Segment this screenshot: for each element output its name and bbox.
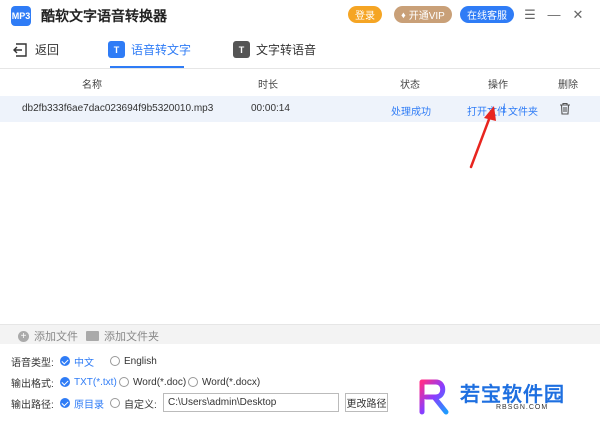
app-logo-icon: MP3 <box>11 5 31 26</box>
add-circle-icon: + <box>18 330 29 342</box>
vip-button-label: 开通VIP <box>408 11 445 22</box>
radio-unchecked-icon <box>119 377 129 387</box>
output-path-field[interactable]: C:\Users\admin\Desktop <box>163 393 339 412</box>
header-duration: 时长 <box>258 80 278 91</box>
format-txt-label: TXT(*.txt) <box>74 376 117 388</box>
tab-text-to-speech[interactable]: T 文字转语音 <box>233 41 316 58</box>
file-name: db2fb333f6ae7dac023694f9b5320010.mp3 <box>22 103 214 114</box>
back-button[interactable]: 返回 <box>13 41 59 58</box>
add-folder-button[interactable]: 添加文件夹 <box>86 328 159 344</box>
watermark-logo: 若宝软件园 RBSGN.COM <box>416 376 586 418</box>
nav-bar: 返回 T 语音转文字 T 文字转语音 <box>0 31 600 69</box>
table-row[interactable]: db2fb333f6ae7dac023694f9b5320010.mp3 00:… <box>0 96 600 122</box>
output-format-row: 输出格式: TXT(*.txt) Word(*.doc) Word(*.docx… <box>0 374 400 390</box>
path-custom-radio[interactable]: 自定义: <box>110 396 157 411</box>
radio-checked-icon <box>60 377 70 387</box>
voice-type-label: 语音类型: <box>11 357 54 369</box>
add-bar: + 添加文件 添加文件夹 <box>0 325 600 344</box>
app-title: 酷软文字语音转换器 <box>41 7 167 24</box>
radio-checked-icon <box>60 398 70 408</box>
open-file-link[interactable]: 打开文件 <box>467 103 507 118</box>
title-bar: MP3 酷软文字语音转换器 登录 ♦ 开通VIP 在线客服 ☰ — ✕ <box>0 0 600 31</box>
voice-english-radio[interactable]: English <box>110 356 157 367</box>
format-doc-radio[interactable]: Word(*.doc) <box>119 377 186 388</box>
text-to-speech-icon: T <box>233 41 250 58</box>
format-txt-radio[interactable]: TXT(*.txt) <box>60 377 117 388</box>
voice-chinese-label: 中文 <box>74 357 94 369</box>
link-separator: | <box>503 103 506 114</box>
add-file-button[interactable]: + 添加文件 <box>18 328 78 344</box>
voice-chinese-radio[interactable]: 中文 <box>60 354 94 369</box>
header-delete: 删除 <box>558 80 578 91</box>
path-custom-label: 自定义: <box>124 399 157 411</box>
active-tab-indicator <box>110 66 184 68</box>
add-file-label: 添加文件 <box>34 331 78 343</box>
change-path-button[interactable]: 更改路径 <box>345 393 388 412</box>
output-path-row: 输出路径: 原目录 自定义: C:\Users\admin\Desktop 更改… <box>0 393 400 412</box>
tab-text-to-speech-label: 文字转语音 <box>256 43 317 57</box>
add-folder-label: 添加文件夹 <box>104 331 159 343</box>
format-doc-label: Word(*.doc) <box>133 376 187 388</box>
header-status: 状态 <box>400 80 420 91</box>
diamond-icon: ♦ <box>401 9 406 20</box>
format-docx-label: Word(*.docx) <box>202 376 261 388</box>
watermark-url: RBSGN.COM <box>496 404 549 411</box>
radio-unchecked-icon <box>110 356 120 366</box>
table-header: 名称 时长 状态 操作 删除 <box>0 72 600 94</box>
trash-icon[interactable] <box>559 102 571 115</box>
file-duration: 00:00:14 <box>251 103 290 114</box>
folder-add-icon <box>86 331 99 341</box>
speech-to-text-icon: T <box>108 41 125 58</box>
back-icon <box>13 42 27 57</box>
voice-type-row: 语音类型: 中文 English <box>0 353 400 369</box>
tab-speech-to-text-label: 语音转文字 <box>131 43 192 57</box>
tab-speech-to-text[interactable]: T 语音转文字 <box>108 41 191 58</box>
path-original-label: 原目录 <box>74 399 104 411</box>
format-docx-radio[interactable]: Word(*.docx) <box>188 377 260 388</box>
file-status: 处理成功 <box>391 107 431 118</box>
close-icon[interactable]: ✕ <box>570 7 586 23</box>
path-original-radio[interactable]: 原目录 <box>60 396 104 411</box>
open-folder-link[interactable]: 文件夹 <box>508 103 538 118</box>
watermark-r-icon <box>419 379 449 415</box>
minimize-icon[interactable]: — <box>546 7 562 23</box>
watermark-name: 若宝软件园 <box>460 382 565 406</box>
login-button[interactable]: 登录 <box>348 6 382 23</box>
radio-unchecked-icon <box>188 377 198 387</box>
voice-english-label: English <box>124 355 157 367</box>
radio-checked-icon <box>60 356 70 366</box>
back-label: 返回 <box>35 43 60 57</box>
output-path-label: 输出路径: <box>11 399 54 411</box>
header-name: 名称 <box>82 80 102 91</box>
online-service-button[interactable]: 在线客服 <box>460 6 514 23</box>
title-bar-actions: 登录 ♦ 开通VIP 在线客服 ☰ — ✕ <box>348 6 586 23</box>
radio-unchecked-icon <box>110 398 120 408</box>
vip-button[interactable]: ♦ 开通VIP <box>394 6 452 23</box>
menu-icon[interactable]: ☰ <box>522 7 538 23</box>
header-action: 操作 <box>488 80 508 91</box>
output-format-label: 输出格式: <box>11 378 54 390</box>
